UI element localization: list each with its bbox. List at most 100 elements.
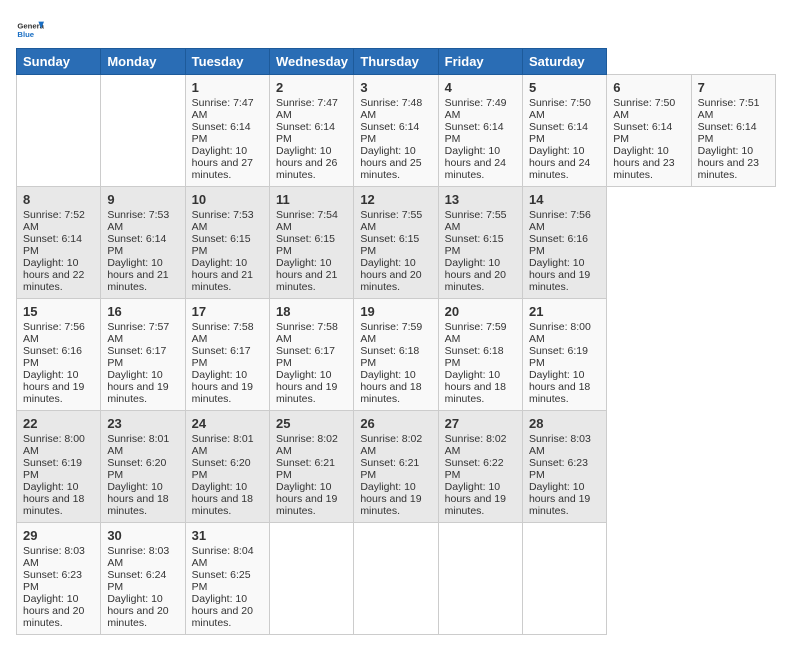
sunrise-text: Sunrise: 8:02 AM [360, 433, 431, 457]
day-number: 31 [192, 528, 263, 543]
sunset-text: Sunset: 6:16 PM [529, 233, 600, 257]
calendar-header-monday: Monday [101, 49, 185, 75]
daylight-text: Daylight: 10 hours and 19 minutes. [360, 481, 431, 517]
daylight-text: Daylight: 10 hours and 21 minutes. [276, 257, 347, 293]
calendar-header-sunday: Sunday [17, 49, 101, 75]
calendar-cell [101, 75, 185, 187]
calendar-cell: 9Sunrise: 7:53 AMSunset: 6:14 PMDaylight… [101, 187, 185, 299]
daylight-text: Daylight: 10 hours and 21 minutes. [107, 257, 178, 293]
sunrise-text: Sunrise: 8:03 AM [529, 433, 600, 457]
daylight-text: Daylight: 10 hours and 27 minutes. [192, 145, 263, 181]
sunrise-text: Sunrise: 7:54 AM [276, 209, 347, 233]
calendar-cell: 13Sunrise: 7:55 AMSunset: 6:15 PMDayligh… [438, 187, 522, 299]
daylight-text: Daylight: 10 hours and 23 minutes. [698, 145, 769, 181]
calendar-cell [438, 523, 522, 635]
sunset-text: Sunset: 6:15 PM [192, 233, 263, 257]
daylight-text: Daylight: 10 hours and 18 minutes. [445, 369, 516, 405]
calendar-header-thursday: Thursday [354, 49, 438, 75]
calendar-week-row: 15Sunrise: 7:56 AMSunset: 6:16 PMDayligh… [17, 299, 776, 411]
calendar-cell: 30Sunrise: 8:03 AMSunset: 6:24 PMDayligh… [101, 523, 185, 635]
day-number: 12 [360, 192, 431, 207]
sunrise-text: Sunrise: 7:52 AM [23, 209, 94, 233]
daylight-text: Daylight: 10 hours and 21 minutes. [192, 257, 263, 293]
sunrise-text: Sunrise: 7:53 AM [107, 209, 178, 233]
daylight-text: Daylight: 10 hours and 24 minutes. [445, 145, 516, 181]
sunset-text: Sunset: 6:14 PM [276, 121, 347, 145]
sunrise-text: Sunrise: 8:00 AM [23, 433, 94, 457]
sunrise-text: Sunrise: 7:47 AM [276, 97, 347, 121]
calendar-week-row: 29Sunrise: 8:03 AMSunset: 6:23 PMDayligh… [17, 523, 776, 635]
sunrise-text: Sunrise: 7:56 AM [529, 209, 600, 233]
sunset-text: Sunset: 6:23 PM [23, 569, 94, 593]
daylight-text: Daylight: 10 hours and 18 minutes. [23, 481, 94, 517]
daylight-text: Daylight: 10 hours and 23 minutes. [613, 145, 684, 181]
day-number: 1 [192, 80, 263, 95]
sunset-text: Sunset: 6:17 PM [107, 345, 178, 369]
day-number: 5 [529, 80, 600, 95]
day-number: 21 [529, 304, 600, 319]
daylight-text: Daylight: 10 hours and 20 minutes. [23, 593, 94, 629]
daylight-text: Daylight: 10 hours and 19 minutes. [276, 369, 347, 405]
day-number: 7 [698, 80, 769, 95]
sunrise-text: Sunrise: 7:50 AM [529, 97, 600, 121]
daylight-text: Daylight: 10 hours and 20 minutes. [192, 593, 263, 629]
day-number: 6 [613, 80, 684, 95]
calendar-header-tuesday: Tuesday [185, 49, 269, 75]
calendar-cell: 4Sunrise: 7:49 AMSunset: 6:14 PMDaylight… [438, 75, 522, 187]
sunrise-text: Sunrise: 7:53 AM [192, 209, 263, 233]
calendar-cell: 27Sunrise: 8:02 AMSunset: 6:22 PMDayligh… [438, 411, 522, 523]
calendar-cell [354, 523, 438, 635]
sunset-text: Sunset: 6:24 PM [107, 569, 178, 593]
day-number: 3 [360, 80, 431, 95]
sunset-text: Sunset: 6:18 PM [445, 345, 516, 369]
calendar-week-row: 22Sunrise: 8:00 AMSunset: 6:19 PMDayligh… [17, 411, 776, 523]
daylight-text: Daylight: 10 hours and 19 minutes. [445, 481, 516, 517]
calendar-cell: 24Sunrise: 8:01 AMSunset: 6:20 PMDayligh… [185, 411, 269, 523]
calendar-cell: 3Sunrise: 7:48 AMSunset: 6:14 PMDaylight… [354, 75, 438, 187]
calendar-cell: 29Sunrise: 8:03 AMSunset: 6:23 PMDayligh… [17, 523, 101, 635]
day-number: 14 [529, 192, 600, 207]
calendar-cell: 5Sunrise: 7:50 AMSunset: 6:14 PMDaylight… [522, 75, 606, 187]
calendar-cell: 31Sunrise: 8:04 AMSunset: 6:25 PMDayligh… [185, 523, 269, 635]
calendar-header-row: SundayMondayTuesdayWednesdayThursdayFrid… [17, 49, 776, 75]
day-number: 15 [23, 304, 94, 319]
sunrise-text: Sunrise: 7:59 AM [445, 321, 516, 345]
sunset-text: Sunset: 6:18 PM [360, 345, 431, 369]
day-number: 27 [445, 416, 516, 431]
day-number: 9 [107, 192, 178, 207]
sunrise-text: Sunrise: 7:57 AM [107, 321, 178, 345]
calendar-week-row: 8Sunrise: 7:52 AMSunset: 6:14 PMDaylight… [17, 187, 776, 299]
sunset-text: Sunset: 6:21 PM [276, 457, 347, 481]
page-header: General Blue [16, 16, 776, 44]
calendar-cell: 28Sunrise: 8:03 AMSunset: 6:23 PMDayligh… [522, 411, 606, 523]
daylight-text: Daylight: 10 hours and 25 minutes. [360, 145, 431, 181]
calendar-cell: 12Sunrise: 7:55 AMSunset: 6:15 PMDayligh… [354, 187, 438, 299]
day-number: 24 [192, 416, 263, 431]
daylight-text: Daylight: 10 hours and 19 minutes. [529, 257, 600, 293]
sunrise-text: Sunrise: 7:56 AM [23, 321, 94, 345]
calendar-cell: 2Sunrise: 7:47 AMSunset: 6:14 PMDaylight… [269, 75, 353, 187]
daylight-text: Daylight: 10 hours and 18 minutes. [107, 481, 178, 517]
calendar-cell: 22Sunrise: 8:00 AMSunset: 6:19 PMDayligh… [17, 411, 101, 523]
sunrise-text: Sunrise: 7:47 AM [192, 97, 263, 121]
calendar-cell: 10Sunrise: 7:53 AMSunset: 6:15 PMDayligh… [185, 187, 269, 299]
day-number: 20 [445, 304, 516, 319]
calendar-week-row: 1Sunrise: 7:47 AMSunset: 6:14 PMDaylight… [17, 75, 776, 187]
calendar-cell: 16Sunrise: 7:57 AMSunset: 6:17 PMDayligh… [101, 299, 185, 411]
sunrise-text: Sunrise: 8:03 AM [23, 545, 94, 569]
sunrise-text: Sunrise: 8:04 AM [192, 545, 263, 569]
day-number: 23 [107, 416, 178, 431]
logo: General Blue [16, 16, 48, 44]
sunrise-text: Sunrise: 7:48 AM [360, 97, 431, 121]
day-number: 8 [23, 192, 94, 207]
calendar-cell [17, 75, 101, 187]
day-number: 17 [192, 304, 263, 319]
daylight-text: Daylight: 10 hours and 20 minutes. [445, 257, 516, 293]
calendar-cell: 20 Sunrise: 7:59 AMSunset: 6:18 PMDayligh… [438, 299, 522, 411]
calendar-table: SundayMondayTuesdayWednesdayThursdayFrid… [16, 48, 776, 635]
day-number: 25 [276, 416, 347, 431]
calendar-cell: 21Sunrise: 8:00 AMSunset: 6:19 PMDayligh… [522, 299, 606, 411]
logo-icon: General Blue [16, 16, 44, 44]
daylight-text: Daylight: 10 hours and 26 minutes. [276, 145, 347, 181]
calendar-cell: 14 Sunrise: 7:56 AMSunset: 6:16 PMDayligh… [522, 187, 606, 299]
